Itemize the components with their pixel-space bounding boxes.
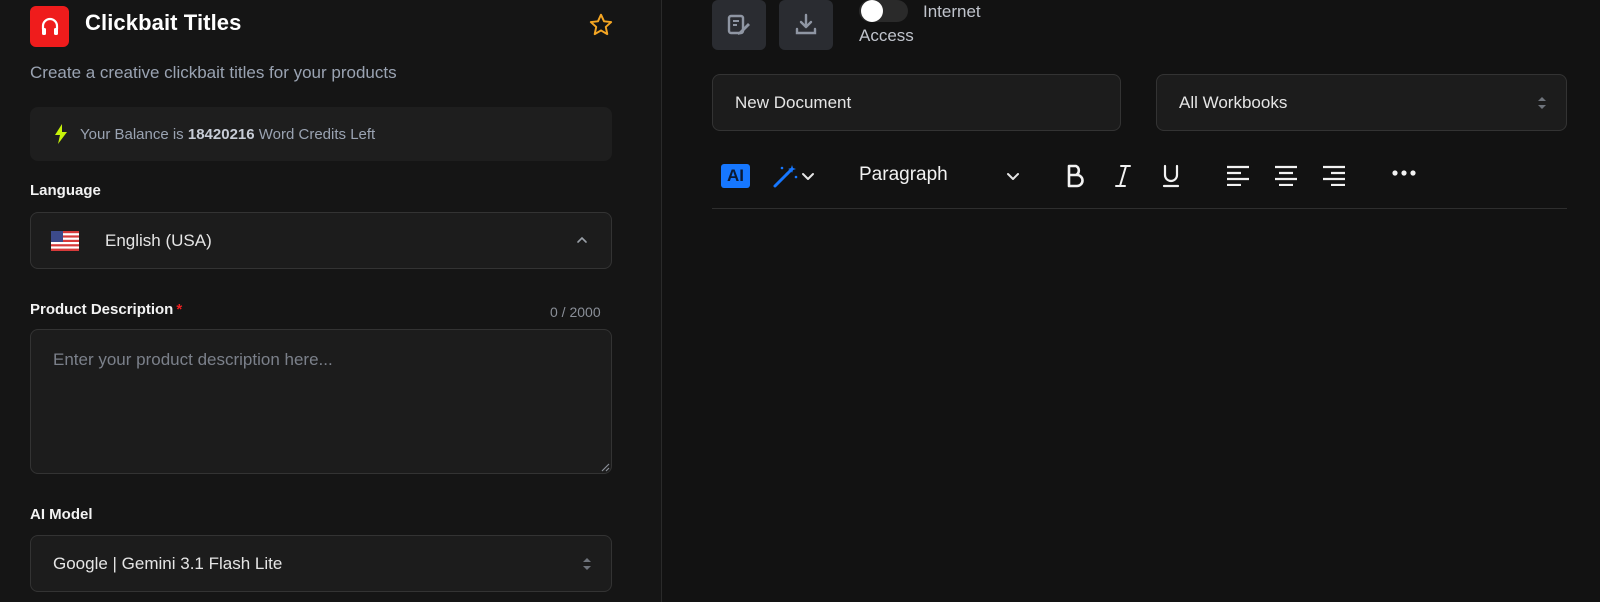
align-center-icon[interactable] xyxy=(1274,164,1298,186)
app-icon xyxy=(30,6,69,47)
balance-box: Your Balance is 18420216 Word Credits Le… xyxy=(30,107,612,161)
underline-icon[interactable] xyxy=(1160,163,1182,189)
italic-icon[interactable] xyxy=(1112,163,1134,189)
magic-wand-dropdown[interactable] xyxy=(767,162,821,190)
bold-icon[interactable] xyxy=(1064,163,1086,189)
document-name-value: New Document xyxy=(735,93,852,112)
resize-grip-icon[interactable] xyxy=(600,462,610,472)
more-options-icon[interactable] xyxy=(1392,169,1416,177)
character-counter: 0 / 2000 xyxy=(550,304,601,320)
product-description-input[interactable] xyxy=(30,329,612,474)
chevron-down-icon xyxy=(802,173,814,180)
language-value: English (USA) xyxy=(105,231,212,250)
chevron-down-icon[interactable] xyxy=(1005,168,1021,184)
align-left-icon[interactable] xyxy=(1226,164,1250,186)
language-label: Language xyxy=(30,182,101,199)
align-right-icon[interactable] xyxy=(1322,164,1346,186)
headphones-icon xyxy=(41,17,58,35)
download-icon xyxy=(795,13,817,35)
ai-assistant-button[interactable]: AI xyxy=(721,164,750,188)
paragraph-style-select[interactable]: Paragraph xyxy=(859,164,948,186)
editor-toolbar: AI Paragraph xyxy=(712,155,1567,209)
us-flag-icon xyxy=(51,231,79,251)
internet-access-label-line2: Access xyxy=(859,26,914,45)
required-mark: * xyxy=(176,301,183,318)
product-description-label: Product Description * xyxy=(30,301,182,318)
edit-document-icon xyxy=(727,14,750,35)
ai-model-value: Google | Gemini 3.1 Flash Lite xyxy=(53,554,283,573)
document-name-input[interactable]: New Document xyxy=(712,74,1121,131)
chevron-up-icon xyxy=(577,236,587,243)
workbook-select-value: All Workbooks xyxy=(1179,93,1288,112)
internet-access-label-line1: Internet xyxy=(923,2,981,21)
lightning-bolt-icon xyxy=(55,124,67,144)
language-select[interactable]: English (USA) xyxy=(30,212,612,269)
right-panel: Internet Access New Document All Workboo… xyxy=(663,0,1600,602)
ai-model-select[interactable]: Google | Gemini 3.1 Flash Lite xyxy=(30,535,612,592)
select-updown-icon xyxy=(583,558,591,570)
balance-amount: 18420216 xyxy=(187,126,255,143)
edit-document-button[interactable] xyxy=(712,0,766,50)
left-panel: Clickbait Titles Create a creative click… xyxy=(0,0,662,602)
balance-text: Your Balance is 18420216 Word Credits Le… xyxy=(80,126,375,143)
product-description-label-text: Product Description xyxy=(30,301,174,318)
balance-prefix: Your Balance is xyxy=(80,126,184,143)
balance-suffix: Word Credits Left xyxy=(258,126,376,143)
favorite-star-icon[interactable] xyxy=(588,12,614,38)
magic-wand-icon xyxy=(773,165,798,188)
internet-access-toggle[interactable] xyxy=(859,0,908,22)
page-title: Clickbait Titles xyxy=(85,10,242,35)
editor-content-area[interactable] xyxy=(712,210,1567,602)
ai-model-label: AI Model xyxy=(30,506,93,523)
workbook-select[interactable]: All Workbooks xyxy=(1156,74,1567,131)
toggle-knob xyxy=(861,0,883,22)
download-button[interactable] xyxy=(779,0,833,50)
select-updown-icon xyxy=(1538,97,1546,109)
page-subtitle: Create a creative clickbait titles for y… xyxy=(30,63,397,82)
